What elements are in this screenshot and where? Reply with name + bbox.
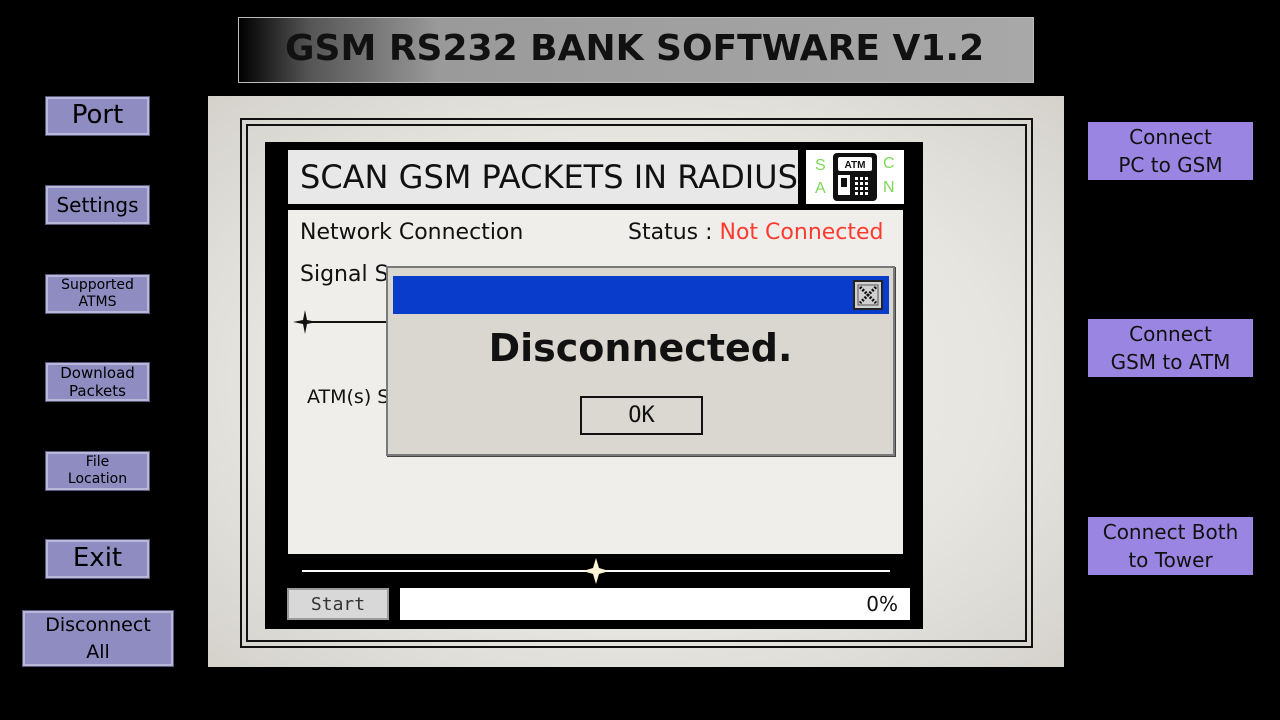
logo-letter-c: C (883, 155, 895, 172)
disconnect-all-button[interactable]: Disconnect All (22, 610, 174, 667)
dialog-close-button[interactable] (853, 280, 883, 310)
progress-text: 0% (866, 592, 898, 616)
logo-atm-text: ATM (845, 160, 866, 171)
settings-button[interactable]: Settings (45, 185, 150, 225)
app-title: GSM RS232 BANK SOFTWARE V1.2 (285, 28, 985, 69)
status-label: Status : (628, 220, 713, 245)
logo-letter-a: A (815, 180, 826, 197)
network-connection-label: Network Connection (300, 220, 524, 245)
download-packets-button[interactable]: Download Packets (45, 362, 150, 402)
start-button[interactable]: Start (287, 588, 389, 620)
dialog-titlebar (393, 276, 889, 314)
signal-strength-label: Signal S (300, 262, 389, 287)
ok-button[interactable]: OK (580, 396, 703, 435)
port-button[interactable]: Port (45, 96, 150, 136)
connect-both-to-tower-button[interactable]: Connect Both to Tower (1088, 517, 1253, 575)
star-divider-icon (583, 558, 609, 584)
scanner-title: SCAN GSM PACKETS IN RADIUS (288, 150, 798, 204)
connect-pc-to-gsm-button[interactable]: Connect PC to GSM (1088, 122, 1253, 180)
progress-bar: 0% (400, 588, 910, 620)
exit-button[interactable]: Exit (45, 539, 150, 579)
file-location-button[interactable]: File Location (45, 451, 150, 491)
dialog-message: Disconnected. (488, 326, 793, 370)
supported-atms-button[interactable]: Supported ATMS (45, 274, 150, 314)
status-value: Not Connected (719, 220, 884, 245)
scan-logo: S A C N ATM (806, 150, 904, 204)
app-title-bar: GSM RS232 BANK SOFTWARE V1.2 (238, 17, 1034, 83)
atm-scan-label: ATM(s) S (307, 386, 390, 408)
disconnected-dialog: Disconnected. OK (386, 266, 895, 456)
atm-logo-icon: S A C N ATM (815, 153, 895, 201)
close-icon (857, 284, 879, 306)
logo-letter-s: S (815, 157, 826, 174)
connect-gsm-to-atm-button[interactable]: Connect GSM to ATM (1088, 319, 1253, 377)
logo-letter-n: N (883, 179, 895, 196)
status-row: Status : Not Connected (628, 220, 884, 245)
